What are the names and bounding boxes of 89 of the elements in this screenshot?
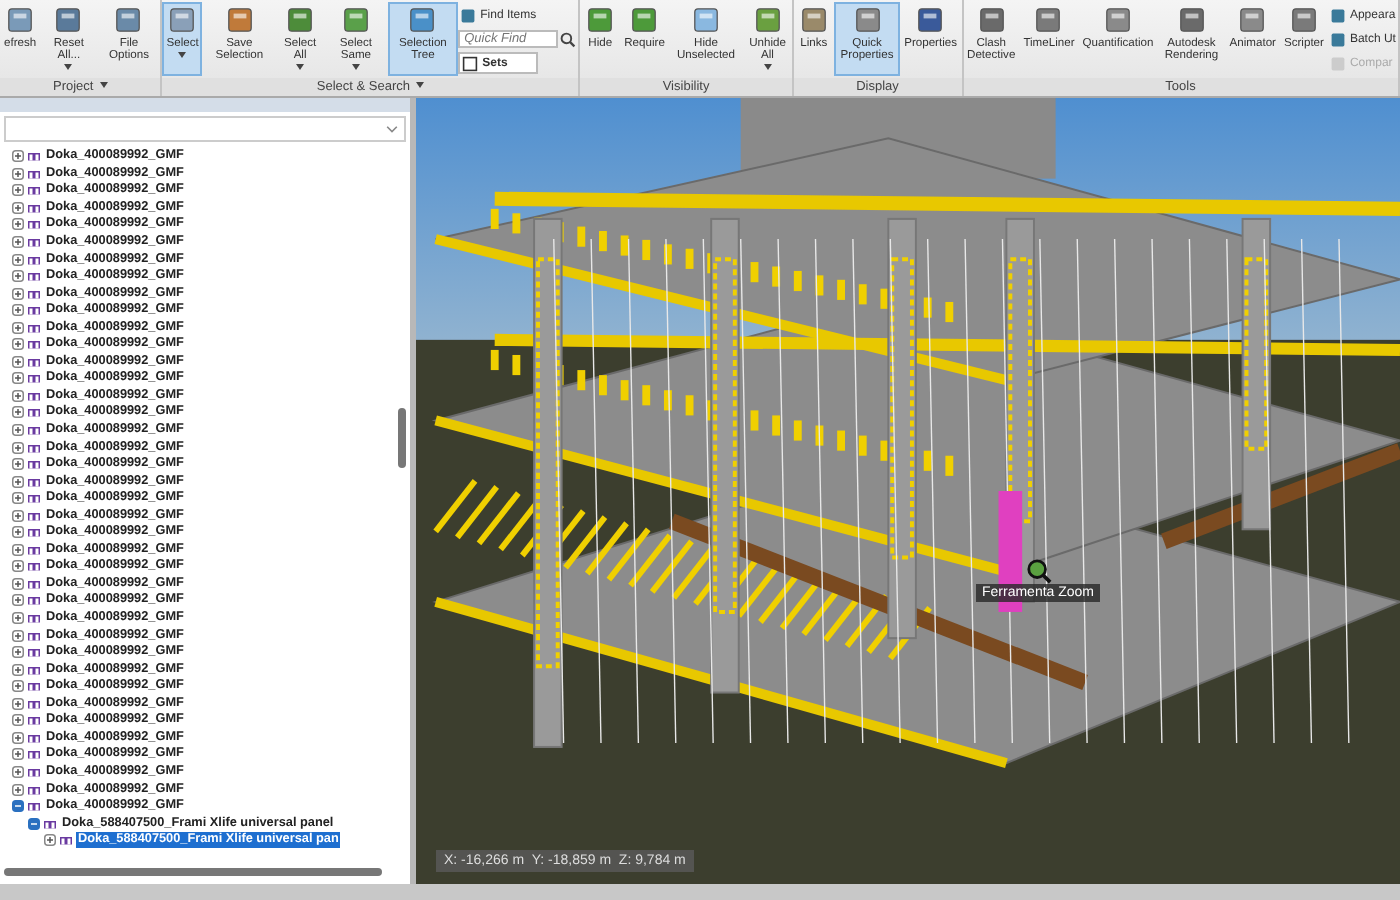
expand-icon[interactable] bbox=[12, 201, 24, 214]
object-group-icon bbox=[26, 321, 42, 334]
expand-icon[interactable] bbox=[12, 270, 24, 283]
object-group-icon bbox=[26, 629, 42, 642]
expand-icon[interactable] bbox=[12, 304, 24, 317]
object-group-icon bbox=[26, 304, 42, 317]
expand-icon[interactable] bbox=[12, 612, 24, 625]
expand-icon[interactable] bbox=[12, 783, 24, 795]
horizontal-scrollbar[interactable] bbox=[4, 868, 382, 876]
object-group-icon bbox=[26, 184, 42, 197]
object-group-icon bbox=[26, 714, 42, 727]
collapse-icon[interactable] bbox=[12, 800, 24, 813]
expand-icon[interactable] bbox=[12, 577, 24, 590]
object-group-icon bbox=[26, 338, 42, 351]
object-group-icon bbox=[26, 543, 42, 556]
object-group-icon bbox=[26, 167, 42, 180]
expand-icon[interactable] bbox=[12, 475, 24, 488]
expand-icon[interactable] bbox=[12, 509, 24, 522]
expand-icon[interactable] bbox=[12, 355, 24, 368]
expand-icon[interactable] bbox=[12, 424, 24, 437]
object-group-icon bbox=[26, 509, 42, 522]
object-group-icon bbox=[26, 526, 42, 539]
expand-icon[interactable] bbox=[12, 150, 24, 163]
object-group-icon bbox=[26, 458, 42, 471]
expand-icon[interactable] bbox=[12, 441, 24, 454]
object-group-icon bbox=[26, 560, 42, 573]
object-group-icon bbox=[26, 441, 42, 454]
object-group-icon bbox=[26, 492, 42, 505]
object-group-icon bbox=[58, 834, 74, 847]
object-group-icon bbox=[26, 372, 42, 385]
object-group-icon bbox=[26, 783, 42, 795]
object-group-icon bbox=[26, 748, 42, 761]
expand-icon[interactable] bbox=[12, 218, 24, 231]
object-group-icon bbox=[26, 201, 42, 214]
object-group-icon bbox=[26, 800, 42, 813]
object-group-icon bbox=[26, 218, 42, 231]
expand-icon[interactable] bbox=[12, 372, 24, 385]
expand-icon[interactable] bbox=[12, 748, 24, 761]
vertical-scrollbar[interactable] bbox=[398, 408, 406, 468]
expand-icon[interactable] bbox=[12, 287, 24, 300]
expand-icon[interactable] bbox=[12, 560, 24, 573]
object-group-icon bbox=[26, 680, 42, 693]
expand-icon[interactable] bbox=[12, 765, 24, 778]
object-group-icon bbox=[26, 424, 42, 437]
object-group-icon bbox=[26, 253, 42, 266]
object-group-icon bbox=[26, 612, 42, 625]
expand-icon[interactable] bbox=[44, 834, 56, 847]
object-group-icon bbox=[26, 577, 42, 590]
expand-icon[interactable] bbox=[12, 236, 24, 248]
sets-icon bbox=[462, 55, 479, 71]
expand-icon[interactable] bbox=[12, 184, 24, 197]
object-group-icon bbox=[26, 475, 42, 488]
object-group-icon bbox=[26, 697, 42, 710]
expand-icon[interactable] bbox=[12, 406, 24, 419]
expand-icon[interactable] bbox=[12, 321, 24, 334]
object-group-icon bbox=[26, 406, 42, 419]
object-group-icon bbox=[26, 389, 42, 402]
expand-icon[interactable] bbox=[12, 594, 24, 607]
expand-icon[interactable] bbox=[12, 526, 24, 539]
expand-icon[interactable] bbox=[12, 680, 24, 693]
object-group-icon bbox=[26, 646, 42, 659]
object-group-icon bbox=[26, 287, 42, 300]
zoom-icon bbox=[1025, 558, 1052, 584]
expand-icon[interactable] bbox=[12, 253, 24, 266]
object-group-icon bbox=[26, 663, 42, 676]
expand-icon[interactable] bbox=[12, 543, 24, 556]
object-group-icon bbox=[26, 594, 42, 607]
object-group-icon bbox=[26, 270, 42, 283]
expand-icon[interactable] bbox=[12, 458, 24, 471]
object-group-icon bbox=[42, 817, 58, 830]
expand-icon[interactable] bbox=[12, 629, 24, 642]
object-group-icon bbox=[26, 731, 42, 744]
chevron-icon bbox=[384, 121, 400, 137]
expand-icon[interactable] bbox=[12, 492, 24, 505]
expand-icon[interactable] bbox=[12, 389, 24, 402]
object-group-icon bbox=[26, 765, 42, 778]
collapse-icon[interactable] bbox=[28, 817, 40, 830]
expand-icon[interactable] bbox=[12, 167, 24, 180]
object-group-icon bbox=[26, 150, 42, 163]
expand-icon[interactable] bbox=[12, 731, 24, 744]
expand-icon[interactable] bbox=[12, 663, 24, 676]
object-group-icon bbox=[26, 355, 42, 368]
expand-icon[interactable] bbox=[12, 714, 24, 727]
expand-icon[interactable] bbox=[12, 646, 24, 659]
search-icon bbox=[560, 31, 577, 47]
small-tool-icon bbox=[460, 7, 477, 23]
expand-icon[interactable] bbox=[12, 338, 24, 351]
object-group-icon bbox=[26, 236, 42, 248]
expand-icon[interactable] bbox=[12, 697, 24, 710]
